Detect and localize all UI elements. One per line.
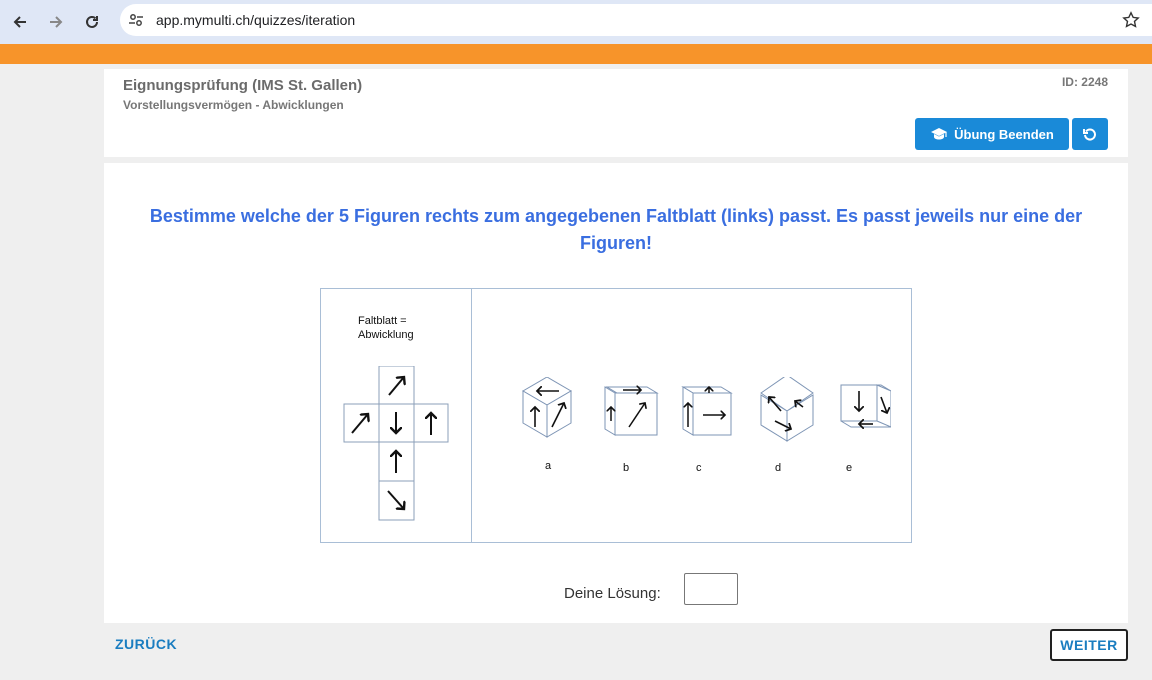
- figure-divider: [471, 289, 472, 542]
- reset-icon: [1083, 128, 1096, 141]
- cube-e: [840, 384, 891, 428]
- cube-a: [522, 377, 572, 438]
- back-button[interactable]: ZURÜCK: [115, 636, 177, 652]
- quiz-title: Eignungsprüfung (IMS St. Gallen): [123, 77, 363, 94]
- reload-icon[interactable]: [80, 10, 104, 34]
- option-label-a: a: [545, 460, 552, 472]
- question-card: Bestimme welche der 5 Figuren rechts zum…: [104, 163, 1128, 623]
- cube-c: [681, 386, 733, 436]
- question-figure: Faltblatt = Abwicklung a b c d e: [320, 288, 912, 543]
- quiz-header: Eignungsprüfung (IMS St. Gallen) Vorstel…: [104, 69, 1128, 157]
- end-exercise-button[interactable]: Übung Beenden: [915, 118, 1069, 150]
- url-text[interactable]: app.mymulti.ch/quizzes/iteration: [156, 12, 355, 28]
- cube-net: [343, 366, 449, 521]
- site-settings-icon[interactable]: [128, 12, 144, 33]
- next-button[interactable]: WEITER: [1050, 629, 1128, 661]
- address-bar[interactable]: app.mymulti.ch/quizzes/iteration: [120, 4, 1152, 36]
- solution-input[interactable]: [684, 573, 738, 605]
- faltblatt-label: Faltblatt = Abwicklung: [358, 314, 414, 342]
- browser-toolbar: app.mymulti.ch/quizzes/iteration: [0, 0, 1152, 44]
- faltblatt-label-line1: Faltblatt =: [358, 315, 407, 327]
- back-arrow-icon[interactable]: [8, 10, 32, 34]
- brand-bar: [0, 44, 1152, 64]
- forward-arrow-icon[interactable]: [44, 10, 68, 34]
- question-text: Bestimme welche der 5 Figuren rechts zum…: [149, 206, 1083, 253]
- option-label-c: c: [696, 462, 702, 474]
- faltblatt-label-line2: Abwicklung: [358, 329, 414, 341]
- bookmark-star-icon[interactable]: [1122, 11, 1140, 34]
- quiz-subtitle: Vorstellungsvermögen - Abwicklungen: [123, 98, 344, 112]
- option-label-e: e: [846, 462, 853, 474]
- option-label-d: d: [775, 462, 782, 474]
- option-label-b: b: [623, 462, 630, 474]
- question-id: ID: 2248: [1061, 75, 1108, 89]
- reset-button[interactable]: [1072, 118, 1108, 150]
- cube-b: [604, 386, 659, 436]
- solution-label: Deine Lösung:: [564, 585, 661, 602]
- end-exercise-label: Übung Beenden: [954, 126, 1054, 142]
- graduation-cap-icon: [931, 128, 948, 140]
- cube-d: [760, 377, 814, 442]
